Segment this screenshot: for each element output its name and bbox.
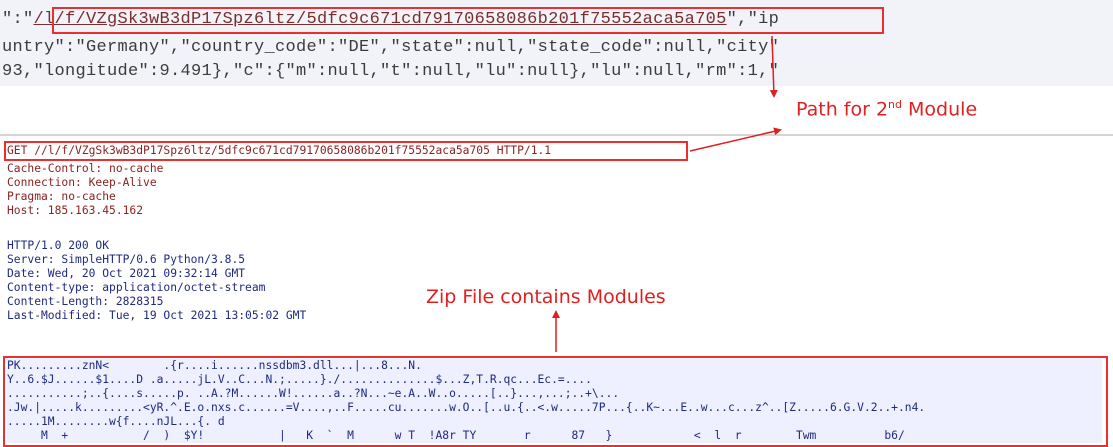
callout-arrows — [552, 35, 782, 352]
arrow-to-request-line — [689, 127, 782, 152]
arrow-to-path-label — [769, 35, 778, 98]
